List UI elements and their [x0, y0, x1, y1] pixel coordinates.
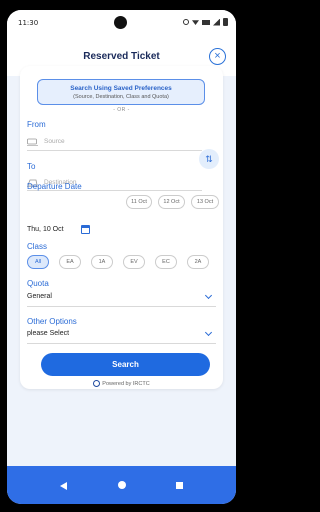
- quota-label: Quota: [27, 279, 49, 288]
- class-chip-all[interactable]: All: [27, 255, 49, 269]
- signal-icon: [213, 18, 220, 26]
- status-bar: 11:30: [7, 10, 236, 34]
- date-chip-3[interactable]: 13 Oct: [191, 195, 219, 209]
- date-chip-2[interactable]: 12 Oct: [158, 195, 185, 209]
- irctc-logo-icon: [93, 380, 101, 387]
- class-label: Class: [27, 242, 48, 251]
- saved-preferences-subtitle: (Source, Destination, Class and Quota): [73, 94, 169, 100]
- departure-date-label: Departure Date: [27, 182, 82, 191]
- class-chip-1a[interactable]: 1A: [91, 255, 113, 269]
- alarm-icon: [183, 19, 189, 25]
- powered-by-text: Powered by IRCTC: [102, 380, 150, 387]
- class-chip-ev[interactable]: EV: [123, 255, 145, 269]
- calendar-icon[interactable]: [81, 225, 90, 234]
- swap-icon: ⇅: [205, 154, 213, 164]
- from-label: From: [27, 120, 46, 129]
- chevron-down-icon[interactable]: [204, 328, 213, 337]
- other-options-underline: [27, 343, 216, 344]
- class-chip-2a[interactable]: 2A: [187, 255, 209, 269]
- quota-select[interactable]: General: [27, 293, 52, 300]
- wifi-icon: [192, 20, 199, 25]
- class-chip-ec[interactable]: EC: [155, 255, 177, 269]
- status-icons: [183, 18, 228, 26]
- quota-underline: [27, 306, 216, 307]
- system-navbar: [7, 466, 236, 504]
- phone-screen: 11:30 Reserved Ticket × Search Using Sav…: [7, 10, 236, 504]
- status-time: 11:30: [18, 19, 39, 27]
- other-options-label: Other Options: [27, 317, 77, 326]
- close-icon: ×: [214, 50, 221, 62]
- class-chip-ea[interactable]: EA: [59, 255, 81, 269]
- powered-by: Powered by IRCTC: [20, 380, 223, 387]
- source-input[interactable]: Source: [44, 138, 65, 145]
- recent-apps-icon[interactable]: [176, 482, 183, 489]
- source-underline: [27, 150, 202, 151]
- to-label: To: [27, 162, 36, 171]
- date-chip-1[interactable]: 11 Oct: [126, 195, 152, 209]
- camera-cutout: [114, 16, 127, 29]
- or-divider: - OR -: [113, 107, 130, 113]
- train-icon: [27, 138, 38, 146]
- page-title: Reserved Ticket: [83, 51, 160, 62]
- lte-icon: [202, 19, 210, 25]
- saved-preferences-title: Search Using Saved Preferences: [70, 85, 172, 92]
- other-options-select[interactable]: please Select: [27, 330, 69, 337]
- search-form-card: Search Using Saved Preferences (Source, …: [20, 66, 223, 389]
- search-button[interactable]: Search: [41, 353, 210, 376]
- close-button[interactable]: ×: [209, 48, 226, 65]
- chevron-down-icon[interactable]: [204, 291, 213, 300]
- saved-preferences-button[interactable]: Search Using Saved Preferences (Source, …: [37, 79, 205, 105]
- swap-stations-button[interactable]: ⇅: [199, 149, 219, 169]
- battery-icon: [223, 18, 228, 26]
- home-icon[interactable]: [118, 481, 126, 489]
- back-icon[interactable]: [60, 482, 67, 490]
- departure-date-value[interactable]: Thu, 10 Oct: [27, 226, 64, 233]
